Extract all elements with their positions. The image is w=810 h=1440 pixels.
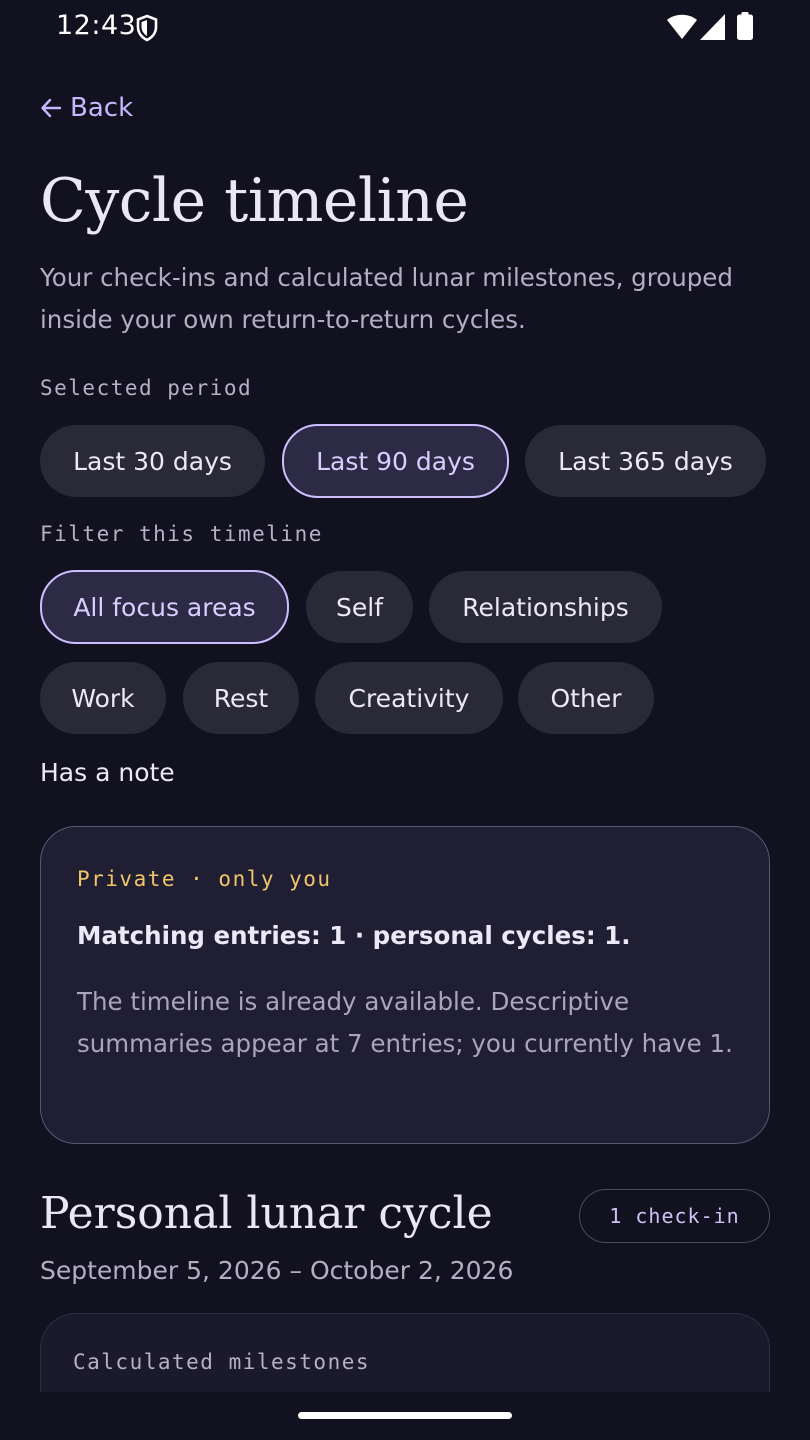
filter-chip-all-focus-areas[interactable]: All focus areas: [40, 570, 289, 644]
filter-chip-work[interactable]: Work: [40, 662, 166, 734]
filter-section-label: Filter this timeline: [40, 522, 323, 546]
signal-icon: [700, 14, 725, 40]
summary-description: The timeline is already available. Descr…: [77, 987, 733, 1058]
checkin-count-badge: 1 check-in: [579, 1189, 770, 1243]
period-section-label: Selected period: [40, 376, 253, 400]
shield-icon: [136, 14, 158, 42]
privacy-label: Private · only you: [77, 867, 332, 891]
summary-count: Matching entries: 1 · personal cycles: 1…: [77, 921, 631, 950]
gesture-nav-area: [0, 1392, 810, 1440]
milestones-label: Calculated milestones: [73, 1350, 371, 1374]
filter-chip-creativity[interactable]: Creativity: [315, 662, 503, 734]
battery-icon: [737, 12, 753, 40]
home-indicator[interactable]: [298, 1412, 512, 1419]
page-title: Cycle timeline: [40, 166, 469, 236]
period-chip-30[interactable]: Last 30 days: [40, 425, 265, 497]
filter-chip-relationships[interactable]: Relationships: [429, 571, 662, 643]
summary-card: Private · only you Matching entries: 1 ·…: [40, 826, 770, 1144]
back-button[interactable]: Back: [40, 90, 133, 126]
page-subtitle: Your check-ins and calculated lunar mile…: [40, 263, 733, 334]
cycle-title: Personal lunar cycle: [40, 1188, 493, 1239]
screen: 12:43 Back Cycle timeline Your check-ins…: [0, 0, 810, 1440]
period-chip-90[interactable]: Last 90 days: [282, 424, 509, 498]
wifi-icon: [667, 14, 697, 39]
status-time: 12:43: [56, 10, 137, 41]
cycle-dates: September 5, 2026 – October 2, 2026: [40, 1256, 514, 1285]
status-bar: 12:43: [0, 0, 810, 56]
filter-chip-rest[interactable]: Rest: [183, 662, 299, 734]
has-note-toggle[interactable]: Has a note: [40, 758, 175, 787]
filter-chip-other[interactable]: Other: [518, 662, 654, 734]
arrow-left-icon: [41, 98, 62, 118]
back-label: Back: [70, 93, 134, 123]
period-chip-365[interactable]: Last 365 days: [525, 425, 766, 497]
filter-chip-self[interactable]: Self: [306, 571, 413, 643]
